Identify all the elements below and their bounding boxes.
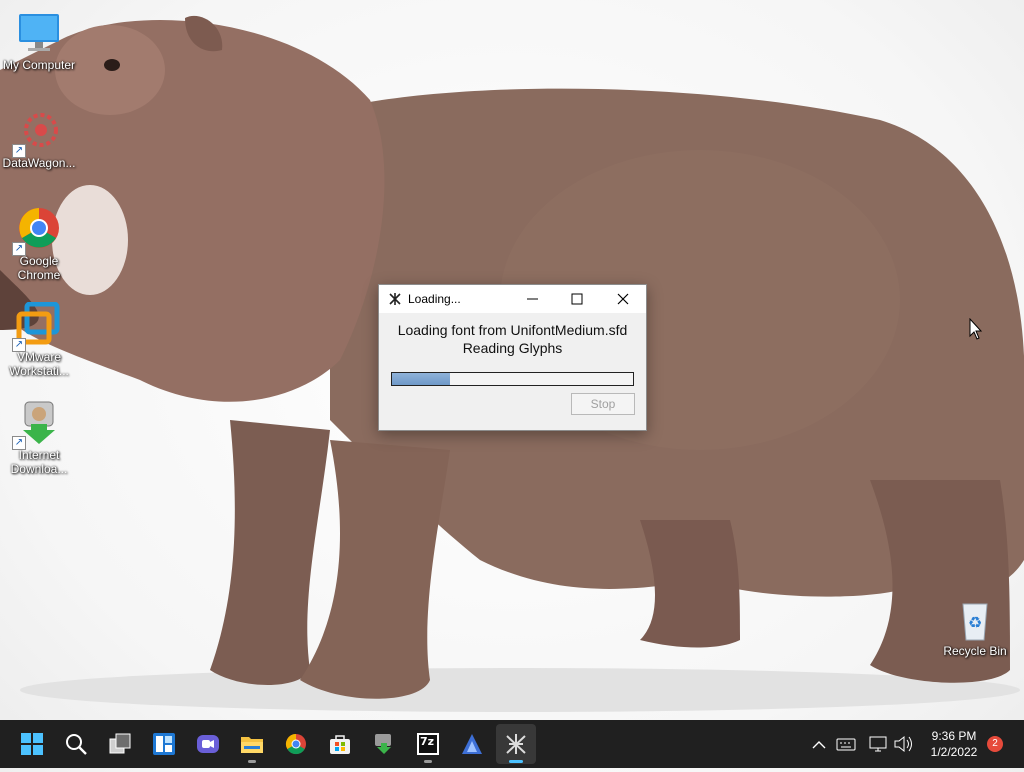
keyboard-button[interactable] (835, 720, 857, 768)
mouse-cursor-icon (969, 318, 983, 340)
shortcut-arrow-icon: ↗ (12, 144, 26, 158)
7zip-label: 7z (420, 735, 435, 748)
recycle-bin-icon: ♻ (951, 596, 999, 644)
desktop-icon-recycle-bin[interactable]: ♻ Recycle Bin (937, 596, 1013, 658)
internet-download-manager-icon: ↗ (12, 400, 63, 450)
chrome-icon: ↗ (12, 206, 63, 256)
volume-icon (894, 735, 912, 753)
fontforge-accent-button[interactable] (452, 724, 492, 764)
desktop-icon-label: DataWagon... (2, 156, 76, 170)
close-button[interactable] (600, 285, 646, 313)
file-explorer-icon (241, 737, 263, 753)
shortcut-arrow-icon: ↗ (12, 436, 26, 450)
desktop-icon-my-computer[interactable]: My Computer (1, 10, 77, 72)
store-icon (330, 735, 350, 754)
svg-text:♻: ♻ (968, 613, 982, 632)
datawagon-icon: ↗ (12, 108, 63, 158)
desktop-icon-label: Google Chrome (17, 254, 61, 282)
loading-status: Reading Glyphs (462, 340, 563, 356)
chrome-icon (285, 733, 306, 755)
running-indicator (248, 760, 256, 763)
shortcut-arrow-icon: ↗ (12, 242, 26, 256)
dialog-titlebar[interactable]: Loading... (379, 285, 646, 313)
network-icon (869, 736, 887, 752)
close-icon (617, 293, 629, 305)
running-indicator (424, 760, 432, 763)
loading-dialog: Loading... Loading font from UnifontMedi… (378, 284, 647, 431)
loading-progress-bar (391, 372, 634, 386)
stop-button[interactable]: Stop (571, 393, 635, 415)
clock-date: 1/2/2022 (930, 745, 978, 759)
fontforge-icon (506, 734, 526, 754)
desktop-icon-internet-download-manager[interactable]: ↗ Internet Downloa... (1, 400, 77, 476)
task-view-icon (109, 733, 131, 754)
chat-button[interactable] (188, 724, 228, 764)
monitor-icon (15, 10, 63, 58)
internet-download-manager-button[interactable] (364, 724, 404, 764)
minimize-button[interactable] (510, 285, 556, 313)
minimize-icon (527, 298, 538, 300)
volume-button[interactable] (892, 720, 914, 768)
desktop-icon-label: Recycle Bin (943, 644, 1007, 658)
chat-icon (197, 735, 219, 753)
maximize-icon (571, 293, 583, 305)
file-explorer-button[interactable] (232, 724, 272, 764)
fontforge-app-icon (388, 292, 402, 306)
desktop-icon-label: My Computer (2, 58, 76, 72)
keyboard-icon (836, 738, 856, 751)
notification-badge[interactable]: 2 (987, 736, 1003, 752)
task-view-button[interactable] (100, 724, 140, 764)
clock-time: 9:36 PM (931, 729, 977, 743)
dialog-title: Loading... (408, 292, 461, 306)
shortcut-arrow-icon: ↗ (12, 338, 26, 352)
widgets-button[interactable] (144, 724, 184, 764)
fontforge-button[interactable] (496, 724, 536, 764)
chrome-button[interactable] (276, 724, 316, 764)
system-clock[interactable]: 9:36 PM 1/2/2022 (918, 728, 990, 760)
search-icon (66, 734, 87, 755)
internet-download-manager-icon (375, 734, 391, 754)
loading-message: Loading font from UnifontMedium.sfd (397, 322, 628, 338)
desktop-icon-google-chrome[interactable]: ↗ Google Chrome (1, 206, 77, 282)
show-hidden-icons-button[interactable] (808, 720, 830, 768)
desktop-icon-label: Internet Downloa... (10, 448, 68, 476)
chevron-up-icon (812, 741, 826, 749)
network-button[interactable] (867, 720, 889, 768)
7zip-button[interactable]: 7z (408, 724, 448, 764)
vmware-icon: ↗ (12, 301, 63, 352)
start-icon (21, 733, 43, 755)
desktop-icon-datawagon[interactable]: ↗ DataWagon... (1, 108, 77, 170)
maximize-button[interactable] (554, 285, 600, 313)
widgets-icon (153, 733, 175, 755)
taskbar: 7z 9:36 PM 1/2/2022 (0, 720, 1024, 768)
start-button[interactable] (12, 724, 52, 764)
store-button[interactable] (320, 724, 360, 764)
search-button[interactable] (56, 724, 96, 764)
desktop-icon-label: VMware Workstati... (9, 350, 69, 378)
progress-fill (392, 373, 450, 385)
desktop-icon-vmware[interactable]: ↗ VMware Workstati... (1, 301, 77, 378)
fontforge-accent-icon (462, 734, 482, 754)
running-indicator (509, 760, 523, 763)
